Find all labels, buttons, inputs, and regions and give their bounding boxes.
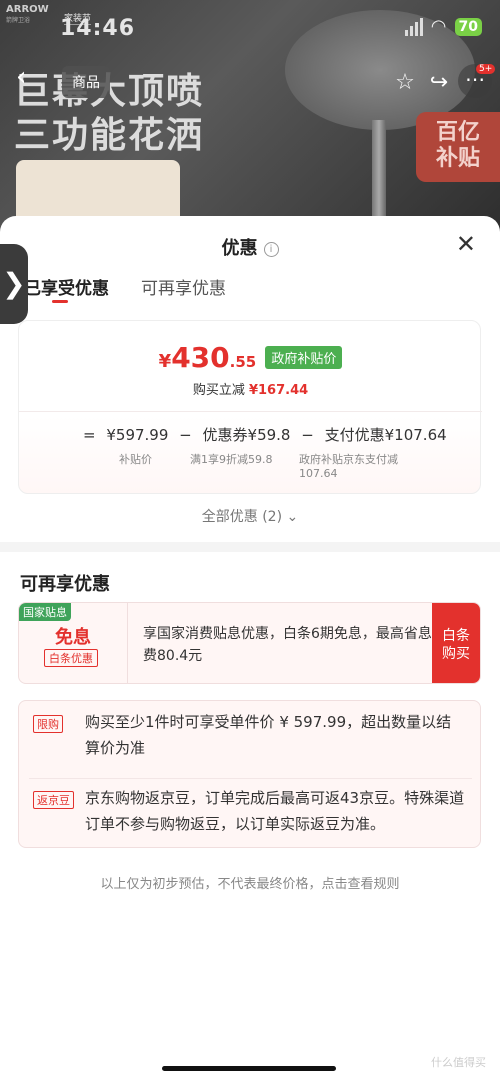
price-formula: = ¥597.99 − 优惠券¥59.8 − 支付优惠¥107.64 <box>83 426 447 444</box>
offer-notes-card: 限购 购买至少1件时可享受单件价 ¥ 597.99，超出数量以结算价为准 返京豆… <box>18 700 481 848</box>
discount-summary: 购买立减 ¥167.44 <box>192 383 309 398</box>
sheet-title: 优惠 <box>221 238 258 259</box>
share-icon[interactable]: ↪ <box>424 68 454 98</box>
tab-enjoyed-offers[interactable]: 已享受优惠 <box>24 274 109 303</box>
tab-more-offers[interactable]: 可再享优惠 <box>141 274 226 299</box>
coupon-label: 满1享9折减59.8 <box>190 453 273 466</box>
all-offers-toggle[interactable]: 全部优惠 (2) ⌄ <box>0 506 500 526</box>
rules-footer-link[interactable]: 以上仅为初步预估，不代表最终价格，点击查看规则 <box>0 873 500 892</box>
favorite-star-icon[interactable]: ☆ <box>390 68 420 98</box>
subsidy-price-label: 补贴价 <box>119 453 152 466</box>
final-price: ¥430.55 政府补贴价 <box>19 341 482 374</box>
gov-subsidy-price-tag: 政府补贴价 <box>265 346 343 369</box>
jingdou-text: 京东购物返京豆，订单完成后最高可返43京豆。特殊渠道订单不参与购物返豆，以订单实… <box>85 789 465 833</box>
subsidy-badge: 百亿 补贴 <box>416 112 500 182</box>
purchase-limit-text: 购买至少1件时可享受单件价 ¥ 597.99，超出数量以结算价为准 <box>85 713 452 757</box>
offer-tabs: 已享受优惠 可再享优惠 <box>24 274 226 303</box>
offer-description: 享国家消费贴息优惠，白条6期免息，最高省息费80.4元 <box>143 626 432 664</box>
payment-label: 政府补贴京东支付减 107.64 <box>299 453 398 480</box>
signal-icon <box>404 18 423 36</box>
close-icon[interactable]: ✕ <box>456 232 476 256</box>
interest-free-label: 免息 <box>55 627 91 648</box>
section-divider <box>0 542 500 552</box>
sheet-header: 优惠 i <box>0 234 500 260</box>
offers-sheet: 优惠 i ✕ 已享受优惠 可再享优惠 ¥430.55 政府补贴价 购买立减 ¥16… <box>0 216 500 1082</box>
tab-product[interactable]: 商品 <box>62 66 110 98</box>
wifi-icon: ◠ <box>430 16 447 37</box>
divider <box>127 603 128 683</box>
baitiao-tag: 白条优惠 <box>44 649 98 667</box>
side-collapse-handle[interactable]: ❯ <box>0 244 28 324</box>
purchase-limit-tag: 限购 <box>33 715 63 733</box>
more-badge: 5+ <box>476 64 496 74</box>
brand-logo: ARROW 箭牌卫浴 <box>6 4 49 24</box>
price-card: ¥430.55 政府补贴价 购买立减 ¥167.44 = ¥597.99 − 优… <box>18 320 482 494</box>
baitiao-buy-button[interactable]: 白条 购买 <box>432 603 480 683</box>
status-icons: ◠ 70 <box>404 16 482 37</box>
divider <box>19 411 482 412</box>
divider <box>29 778 472 779</box>
interest-free-offer-card[interactable]: 国家贴息 免息 白条优惠 享国家消费贴息优惠，白条6期免息，最高省息费80.4元… <box>18 602 481 684</box>
gov-interest-badge: 国家贴息 <box>19 603 71 621</box>
product-background: ARROW箭牌卫浴 家装节 14:46 ◠ 70 巨幕大顶喷 三功能花洒 ‹ 商… <box>0 0 500 240</box>
watermark: 什么值得买 <box>431 1056 486 1069</box>
jingdou-tag: 返京豆 <box>33 791 74 809</box>
battery-icon: 70 <box>454 18 482 36</box>
status-time: 14:46 <box>60 16 136 41</box>
section-title-more-offers: 可再享优惠 <box>20 574 110 595</box>
info-icon[interactable]: i <box>263 242 279 257</box>
home-indicator <box>162 1066 336 1071</box>
chevron-down-icon: ⌄ <box>286 509 299 525</box>
back-icon[interactable]: ‹ <box>16 62 26 92</box>
